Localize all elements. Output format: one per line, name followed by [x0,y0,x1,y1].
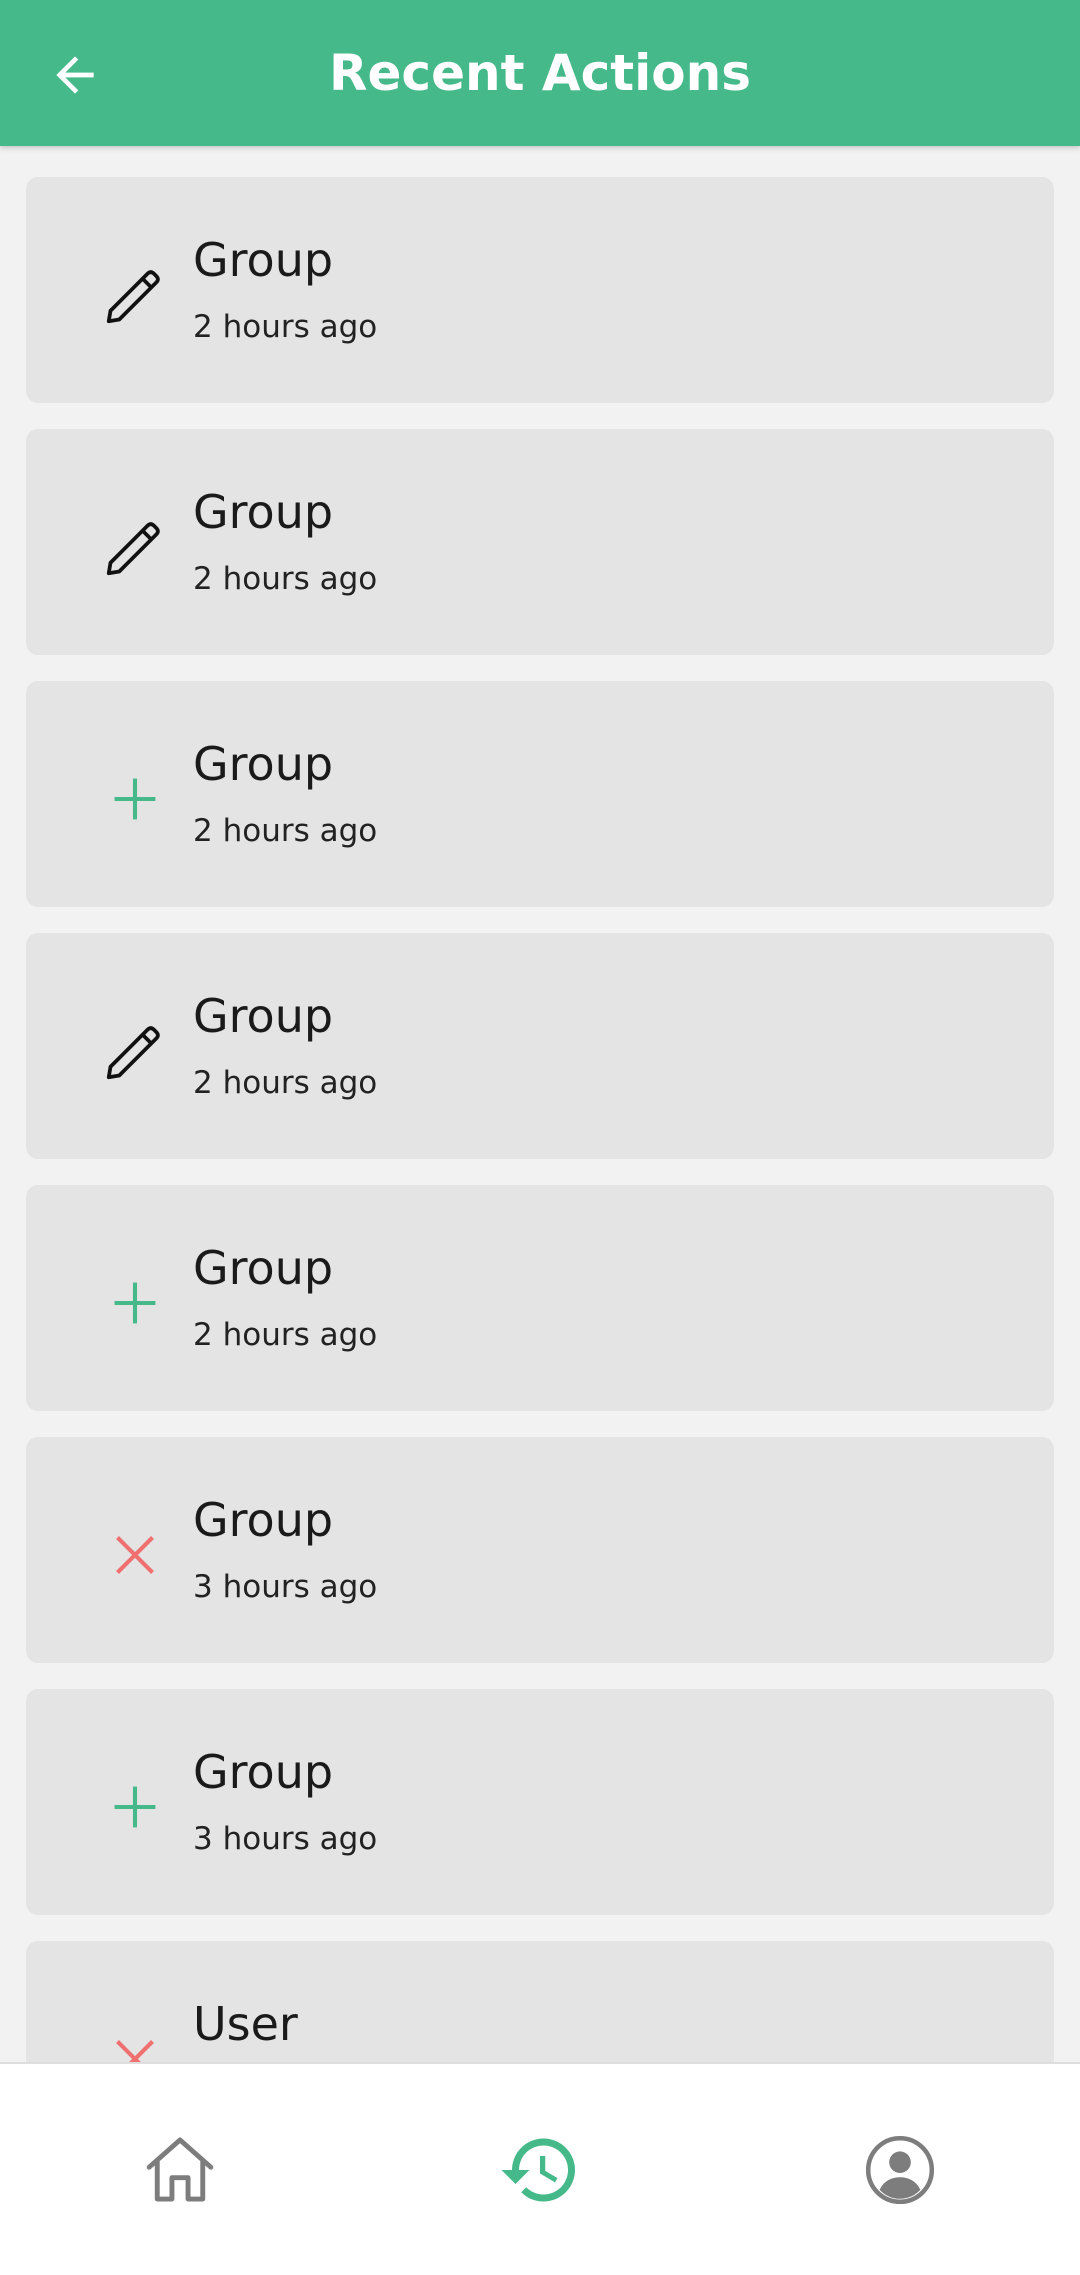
nav-home[interactable] [0,2064,360,2275]
action-card[interactable]: User [26,1941,1054,2062]
plus-icon [100,764,170,834]
action-time: 3 hours ago [193,1569,378,1605]
pencil-icon [100,512,170,582]
action-time: 2 hours ago [193,1317,378,1353]
nav-profile[interactable] [720,2064,1080,2275]
history-icon [501,2138,575,2201]
plus-icon [100,1268,170,1338]
page-title: Recent Actions [329,44,751,102]
action-title: Group [193,737,334,791]
home-icon [146,2136,214,2201]
action-title: Group [193,1493,334,1547]
action-time: 2 hours ago [193,309,378,345]
bottom-navigation [0,2062,1080,2275]
recent-actions-list[interactable]: Group 2 hours ago Group 2 hours ago Group 2 h… [0,146,1080,2062]
action-card[interactable]: Group 3 hours ago [26,1437,1054,1663]
action-card[interactable]: Group 2 hours ago [26,177,1054,403]
close-icon [100,1520,170,1590]
action-title: Group [193,233,334,287]
action-card[interactable]: Group 2 hours ago [26,1185,1054,1411]
action-title: Group [193,1241,334,1295]
action-time: 2 hours ago [193,813,378,849]
pencil-icon [100,1016,170,1086]
action-card[interactable]: Group 2 hours ago [26,933,1054,1159]
action-title: Group [193,485,334,539]
top-app-bar: Recent Actions [0,0,1080,146]
account-circle-icon [865,2135,935,2204]
arrow-left-icon [56,56,94,94]
action-time: 2 hours ago [193,561,378,597]
action-card[interactable]: Group 3 hours ago [26,1689,1054,1915]
action-time: 2 hours ago [193,1065,378,1101]
action-title: User [193,1997,298,2051]
action-time: 3 hours ago [193,1821,378,1857]
back-button[interactable] [30,30,120,120]
action-card[interactable]: Group 2 hours ago [26,429,1054,655]
action-title: Group [193,1745,334,1799]
plus-icon [100,1772,170,1842]
close-icon [100,2024,170,2062]
pencil-icon [100,260,170,330]
action-title: Group [193,989,334,1043]
nav-recent-actions[interactable] [360,2064,720,2275]
action-card[interactable]: Group 2 hours ago [26,681,1054,907]
